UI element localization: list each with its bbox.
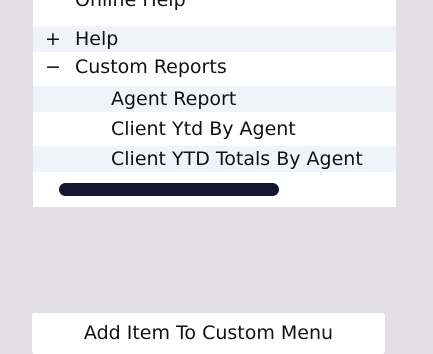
tree-item-label: Agent Report — [111, 88, 237, 110]
tree-item-agent-report[interactable]: Agent Report — [33, 86, 396, 112]
tree-item-label: Online Help — [75, 0, 186, 11]
tree-item-label: Custom Reports — [75, 56, 227, 78]
tree-item-client-ytd-totals-by-agent[interactable]: Client YTD Totals By Agent — [33, 146, 396, 172]
custom-menu-tree: Online Help + Help − Custom Reports Agen… — [33, 0, 396, 207]
horizontal-scrollbar-thumb[interactable] — [59, 183, 279, 196]
tree-item-label: Client Ytd By Agent — [111, 118, 296, 140]
tree-item-help[interactable]: + Help — [33, 26, 396, 52]
add-item-to-custom-menu-button[interactable]: Add Item To Custom Menu — [32, 313, 385, 354]
collapse-icon[interactable]: − — [45, 54, 61, 80]
expand-icon[interactable]: + — [45, 26, 61, 52]
tree-item-label: Help — [75, 28, 119, 50]
tree-item-online-help[interactable]: Online Help — [33, 0, 396, 13]
tree-item-label: Client YTD Totals By Agent — [111, 148, 363, 170]
tree-item-custom-reports[interactable]: − Custom Reports — [33, 54, 396, 80]
tree-item-client-ytd-by-agent[interactable]: Client Ytd By Agent — [33, 116, 396, 142]
